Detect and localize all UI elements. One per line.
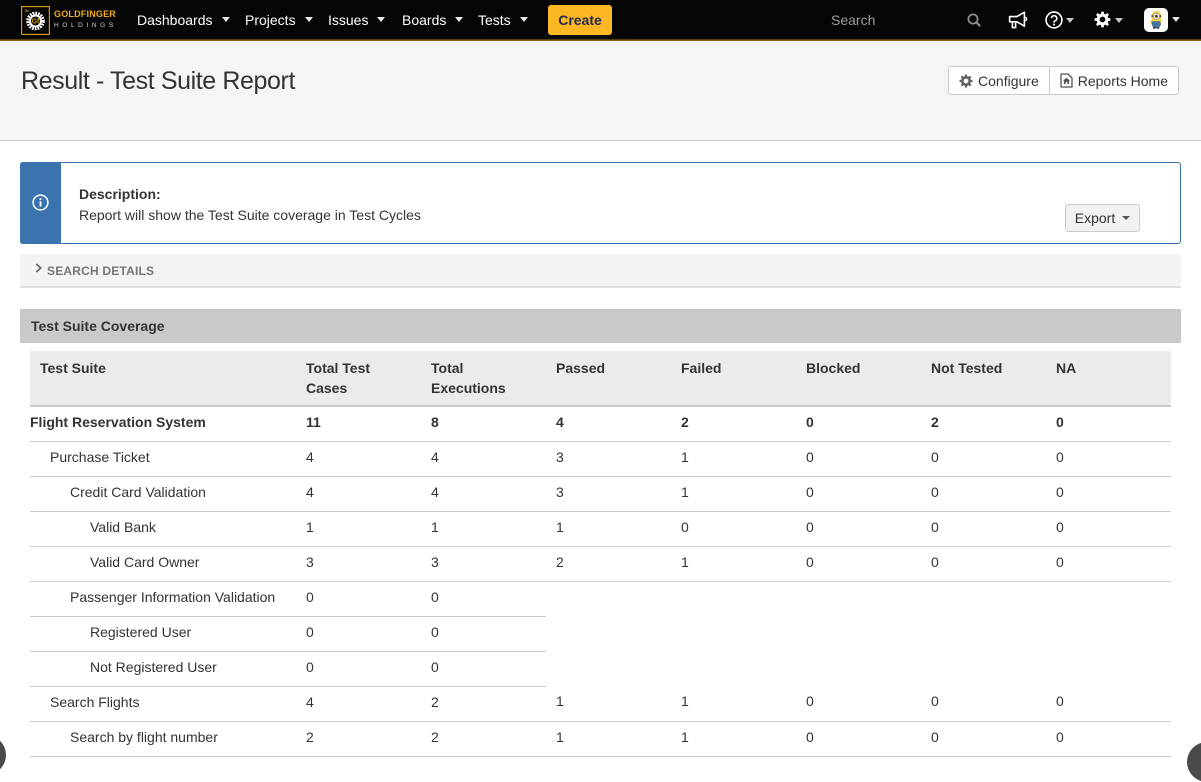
svg-text:TM: TM <box>24 9 29 13</box>
svg-text:Gf: Gf <box>32 18 40 25</box>
